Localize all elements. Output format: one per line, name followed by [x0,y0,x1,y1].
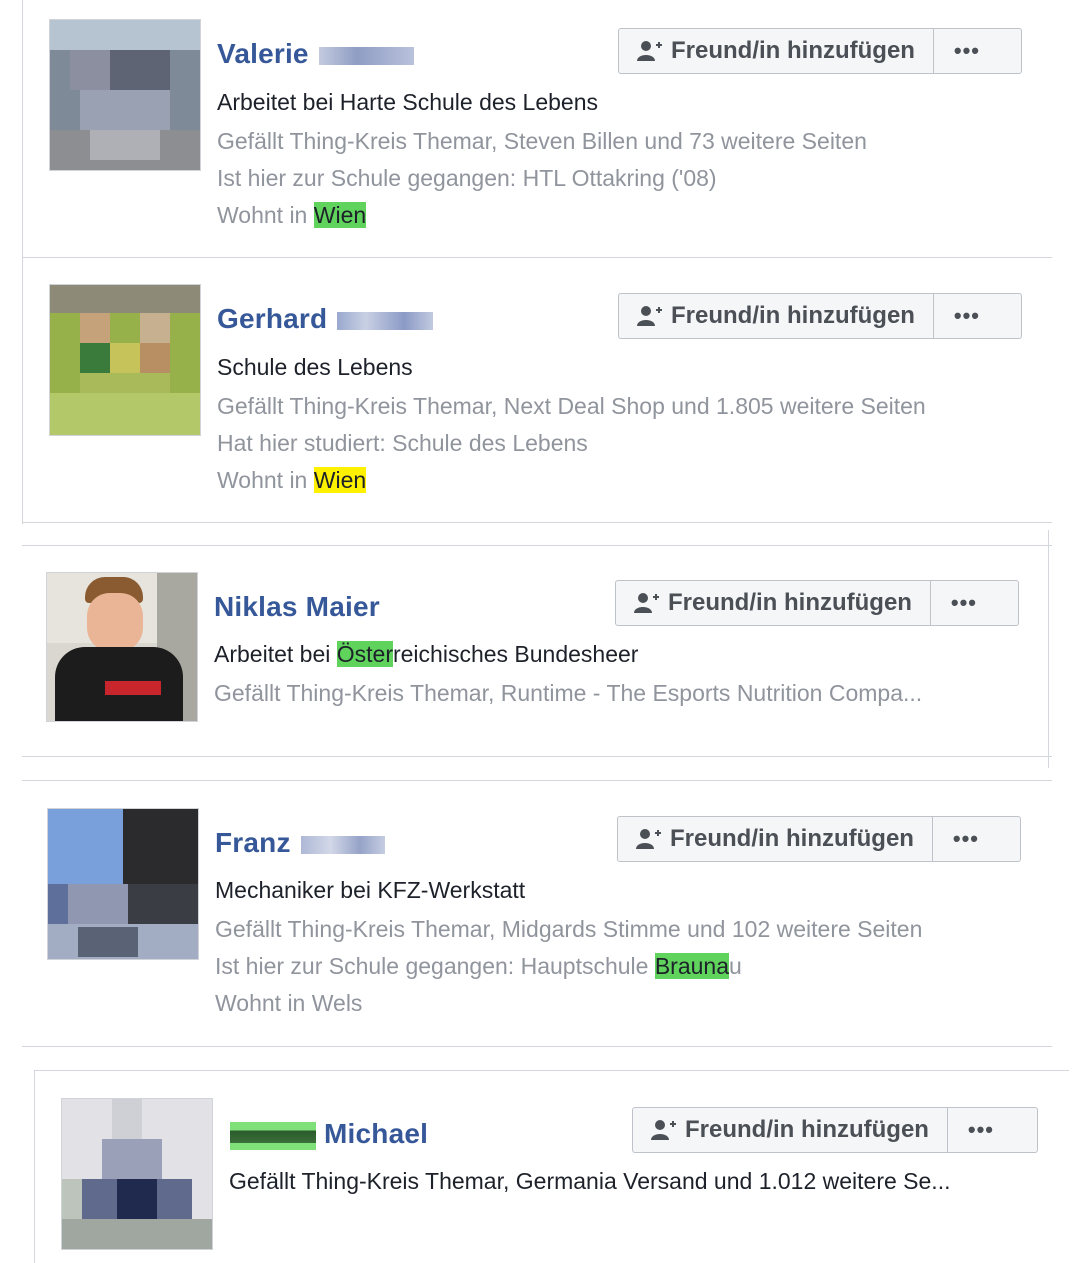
info-line-2: Ist hier zur Schule gegangen: HTL Ottakr… [217,165,717,192]
info-line-2: Ist hier zur Schule gegangen: Hauptschul… [215,953,742,980]
info-line-0: Gefällt Thing-Kreis Themar, Germania Ver… [229,1168,950,1195]
more-options-button[interactable]: ••• [948,1108,1014,1152]
profile-photo[interactable] [47,808,199,960]
profile-photo[interactable] [61,1098,213,1250]
info-text: Hat hier studiert: Schule des Lebens [217,430,588,456]
info-line-0: Schule des Lebens [217,354,413,381]
info-text: Wohnt in [217,202,314,228]
person-name[interactable]: Niklas Maier [214,591,380,623]
info-text: Gefällt Thing-Kreis Themar, Next Deal Sh… [217,393,926,419]
add-friend-icon [634,593,659,613]
highlighted-text: Wien [313,467,367,493]
info-text: Ist hier zur Schule gegangen: HTL Ottakr… [217,165,717,191]
info-line-2: Hat hier studiert: Schule des Lebens [217,430,588,457]
first-name[interactable]: Valerie [217,38,309,69]
add-friend-button[interactable]: Freund/in hinzufügen [618,817,933,861]
info-line-1: Gefällt Thing-Kreis Themar, Runtime - Th… [214,680,922,707]
friend-button-group: Freund/in hinzufügen ••• [618,293,1022,339]
more-options-button[interactable]: ••• [931,581,997,625]
info-text: Ist hier zur Schule gegangen: Hauptschul… [215,953,655,979]
first-name[interactable]: Gerhard [217,303,327,334]
info-text: Wohnt in Wels [215,990,363,1016]
info-text: u [729,953,742,979]
blurred-surname [230,1121,316,1150]
blurred-surname [300,835,385,854]
add-friend-icon [637,41,662,61]
first-name[interactable]: Michael [324,1118,428,1149]
add-friend-icon [651,1120,676,1140]
info-line-0: Arbeitet bei Österreichisches Bundesheer [214,641,638,668]
info-line-1: Gefällt Thing-Kreis Themar, Steven Bille… [217,128,867,155]
person-name[interactable]: Franz [215,827,385,859]
info-text: Gefällt Thing-Kreis Themar, Steven Bille… [217,128,867,154]
add-friend-label: Freund/in hinzufügen [671,37,915,64]
more-options-button[interactable]: ••• [934,29,1000,73]
info-line-1: Gefällt Thing-Kreis Themar, Next Deal Sh… [217,393,926,420]
friend-button-group: Freund/in hinzufügen ••• [632,1107,1038,1153]
info-text: Mechaniker bei KFZ-Werkstatt [215,877,526,903]
person-name[interactable]: Valerie [217,38,414,70]
add-friend-button[interactable]: Freund/in hinzufügen [619,294,934,338]
add-friend-button[interactable]: Freund/in hinzufügen [616,581,931,625]
info-text: Arbeitet bei Harte Schule des Lebens [217,89,599,115]
friend-button-group: Freund/in hinzufügen ••• [618,28,1022,74]
info-line-0: Mechaniker bei KFZ-Werkstatt [215,877,525,904]
info-text: Wohnt in [217,467,314,493]
first-name[interactable]: Franz [215,827,291,858]
info-line-3: Wohnt in Wien [217,467,367,494]
more-options-button[interactable]: ••• [934,294,1000,338]
info-text: Arbeitet bei [214,641,337,667]
info-line-3: Wohnt in Wels [215,990,362,1017]
add-friend-label: Freund/in hinzufügen [671,302,915,329]
add-friend-label: Freund/in hinzufügen [670,825,914,852]
info-text: Gefällt Thing-Kreis Themar, Midgards Sti… [215,916,923,942]
add-friend-button[interactable]: Freund/in hinzufügen [619,29,934,73]
person-name[interactable]: Gerhard [217,303,434,335]
info-text: Gefällt Thing-Kreis Themar, Runtime - Th… [214,680,923,706]
blurred-surname [337,311,434,330]
add-friend-button[interactable]: Freund/in hinzufügen [633,1108,948,1152]
highlighted-text: Wien [313,202,367,228]
add-friend-label: Freund/in hinzufügen [668,589,912,616]
info-line-0: Arbeitet bei Harte Schule des Lebens [217,89,598,116]
profile-photo[interactable] [49,19,201,171]
info-line-3: Wohnt in Wien [217,202,367,229]
highlighted-text: Öster [336,641,393,667]
add-friend-icon [636,829,661,849]
person-name[interactable]: Michael [230,1118,428,1150]
friend-button-group: Freund/in hinzufügen ••• [615,580,1019,626]
info-line-1: Gefällt Thing-Kreis Themar, Midgards Sti… [215,916,922,943]
info-text: reichisches Bundesheer [392,641,639,667]
full-name[interactable]: Niklas Maier [214,591,380,622]
info-text: Gefällt Thing-Kreis Themar, Germania Ver… [229,1168,951,1194]
add-friend-icon [637,306,662,326]
more-options-button[interactable]: ••• [933,817,999,861]
friend-button-group: Freund/in hinzufügen ••• [617,816,1021,862]
profile-photo[interactable] [49,284,201,436]
profile-photo[interactable] [46,572,198,722]
highlighted-text: Brauna [654,953,730,979]
blurred-surname [318,46,414,65]
add-friend-label: Freund/in hinzufügen [685,1116,929,1143]
info-text: Schule des Lebens [217,354,413,380]
